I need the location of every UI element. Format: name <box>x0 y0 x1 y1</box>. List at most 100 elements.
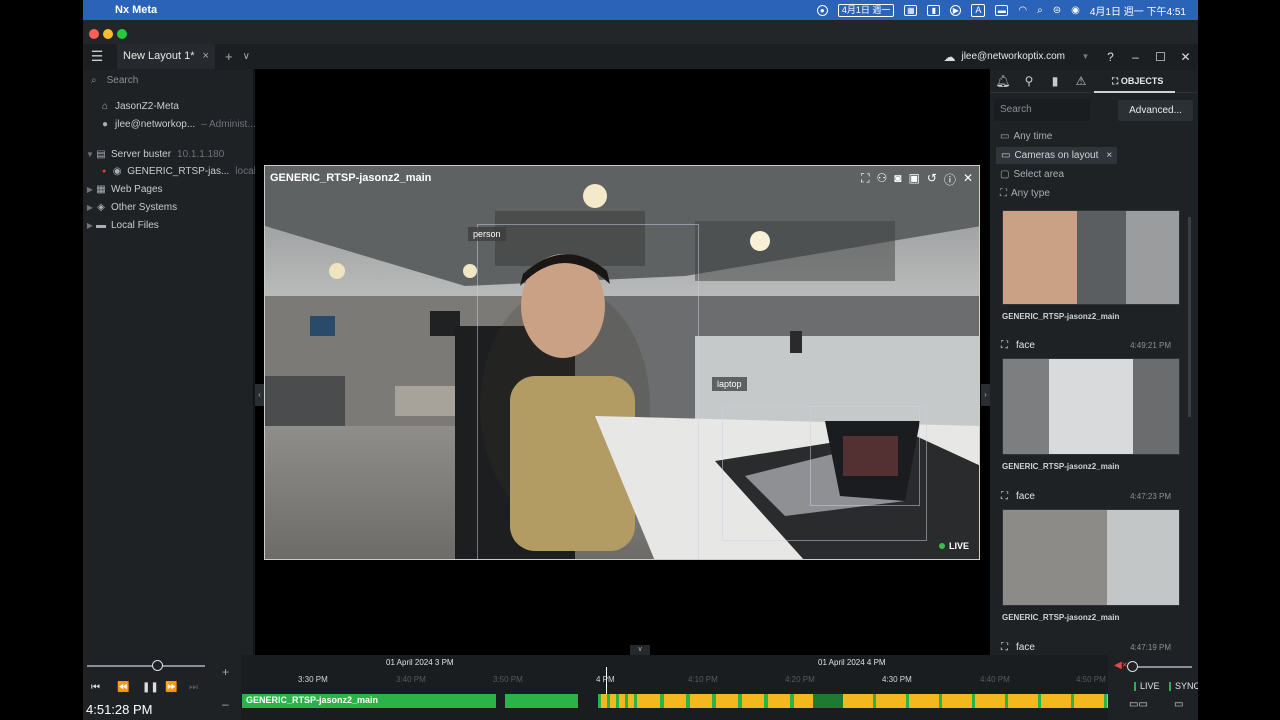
help-icon[interactable]: ? <box>1098 50 1123 64</box>
time-filter[interactable]: ▭ Any time <box>1000 128 1052 145</box>
thumbnails-icon[interactable]: ▭▭ <box>1129 699 1148 710</box>
object-type: face <box>1016 641 1035 653</box>
skip-forward-icon: ⏭ <box>189 682 198 693</box>
minimize-window-button[interactable] <box>103 29 113 39</box>
clipboard-icon[interactable]: ▮ <box>927 4 941 16</box>
expand-arrow-icon[interactable]: ▶ <box>85 203 95 212</box>
screen-bounding-box[interactable] <box>810 406 920 506</box>
cloud-icon[interactable]: ☁ <box>943 50 955 64</box>
tab-events[interactable]: ⚠ <box>1068 74 1094 88</box>
zoom-out-icon[interactable]: – <box>222 697 229 711</box>
keyboard-icon[interactable]: ▦ <box>904 4 918 16</box>
tree-item-system[interactable]: ⌂ JasonZ2-Meta <box>99 97 179 115</box>
area-filter-label: Select area <box>1013 169 1065 180</box>
app-name[interactable]: Nx Meta <box>115 4 157 16</box>
scrollbar[interactable] <box>1188 217 1191 417</box>
wifi-icon[interactable]: ◠ <box>1018 5 1027 16</box>
rotate-icon[interactable]: ↺ <box>927 171 937 188</box>
close-window-button[interactable] <box>89 29 99 39</box>
pause-icon[interactable]: ❚❚ <box>142 682 159 693</box>
mute-icon[interactable]: ◀× <box>1114 660 1128 671</box>
collapse-left-panel-icon[interactable]: ‹ <box>255 384 264 406</box>
tab-notifications[interactable]: 🔔︎ <box>990 74 1016 88</box>
user-role: – Administ... <box>201 118 256 130</box>
tab-motion[interactable]: ⚲ <box>1016 74 1042 88</box>
tree-item-camera[interactable]: ● ◉ GENERIC_RTSP-jas... local... <box>102 162 264 180</box>
account-dropdown-icon[interactable]: ▼ <box>1073 52 1098 61</box>
type-filter[interactable]: ⛶ Any type <box>1000 185 1050 202</box>
tab-new-layout[interactable]: New Layout 1* × <box>117 44 215 69</box>
account-email[interactable]: jlee@networkoptix.com <box>961 51 1065 62</box>
zoom-window-icon[interactable]: ▣ <box>909 171 920 188</box>
input-method-icon[interactable]: A <box>971 3 986 17</box>
search-icon: ⌕ <box>91 74 97 86</box>
camera-item[interactable]: GENERIC_RTSP-jasonz2_main ⛶ ⚇ ◙ ▣ ↺ ⓘ ✕ … <box>264 165 980 560</box>
volume-knob[interactable] <box>1127 661 1138 672</box>
tab-objects[interactable]: ⛶ OBJECTS <box>1094 69 1176 93</box>
recording-segment <box>813 694 843 708</box>
person-bounding-box[interactable] <box>477 224 699 559</box>
collapse-timeline-icon[interactable]: ∨ <box>630 645 650 655</box>
tabs-dropdown-icon[interactable]: ∨ <box>243 51 250 62</box>
collapse-right-panel-icon[interactable]: › <box>981 384 990 406</box>
close-item-icon[interactable]: ✕ <box>963 171 973 188</box>
info-icon[interactable]: ⓘ <box>944 171 956 188</box>
tree-item-server[interactable]: ▼ ▤ Server buster 10.1.1.180 <box>85 145 224 163</box>
camera-filter-label: Cameras on layout <box>1014 150 1099 161</box>
close-tab-icon[interactable]: × <box>203 44 209 69</box>
minimize-icon[interactable]: – <box>1123 50 1148 64</box>
zoom-window-button[interactable] <box>117 29 127 39</box>
face-icon: ⛶ <box>1001 490 1008 502</box>
add-tab-icon[interactable]: + <box>225 49 233 64</box>
calendar-icon[interactable]: ▭ <box>1174 699 1183 710</box>
object-detection-icon[interactable]: ⛶ <box>861 171 869 188</box>
timeline-ruler[interactable]: 01 April 2024 3 PM 01 April 2024 4 PM 3:… <box>242 655 1108 720</box>
battery-icon[interactable]: ▬ <box>995 4 1009 16</box>
object-tile-header: ⛶ face 4:49:21 PM <box>996 332 1176 358</box>
volume-slider[interactable] <box>1134 666 1192 668</box>
resource-search[interactable]: ⌕ Search <box>83 69 253 91</box>
object-tile[interactable]: ⛶ face 4:49:21 PM GENERIC_RTSP-jasonz2_ma… <box>996 332 1180 471</box>
record-icon[interactable]: ● <box>816 4 828 16</box>
spotlight-search-icon[interactable]: ⌕ <box>1037 5 1043 16</box>
speed-slider[interactable] <box>87 665 205 667</box>
object-thumbnail <box>1002 358 1180 455</box>
sync-button[interactable]: SYNC <box>1175 681 1198 691</box>
zoom-in-icon[interactable]: + <box>222 665 229 679</box>
control-center-icon[interactable]: ⊜ <box>1053 5 1061 16</box>
rewind-icon[interactable]: ⏪ <box>117 682 129 693</box>
expand-arrow-icon[interactable]: ▶ <box>85 185 95 194</box>
objects-search-input[interactable]: Search <box>994 99 1090 121</box>
menu-clock[interactable]: 4月1日 週一 下午4:51 <box>1090 3 1186 18</box>
play-circle-icon[interactable]: ▶ <box>950 4 962 16</box>
recording-dot-icon: ● <box>102 167 107 175</box>
expand-arrow-icon[interactable]: ▼ <box>85 150 95 159</box>
siri-icon[interactable]: ◉ <box>1071 5 1080 16</box>
expand-arrow-icon[interactable]: ▶ <box>85 221 95 230</box>
tree-item-web-pages[interactable]: ▶ ▦ Web Pages <box>85 180 163 198</box>
camera-icon: ◉ <box>112 165 122 177</box>
motion-search-icon[interactable]: ⚇ <box>877 171 888 188</box>
tree-item-local-files[interactable]: ▶ ▬ Local Files <box>85 216 159 234</box>
advanced-button[interactable]: Advanced... <box>1118 100 1193 121</box>
object-camera: GENERIC_RTSP-jasonz2_main <box>1002 462 1120 471</box>
screenshot-icon[interactable]: ◙ <box>894 171 901 188</box>
camera-filter-chip[interactable]: ▭ Cameras on layout × <box>996 147 1118 164</box>
bookmark-icon: ▮ <box>1051 73 1059 88</box>
speed-slider-knob[interactable] <box>152 660 163 671</box>
date-widget[interactable]: 4月1日 週一 <box>837 3 895 17</box>
object-type: face <box>1016 490 1035 502</box>
skip-back-icon[interactable]: ⏮ <box>91 682 100 693</box>
tab-bookmarks[interactable]: ▮ <box>1042 74 1068 88</box>
tree-item-user[interactable]: ● jlee@networkop... – Administ... <box>99 115 256 133</box>
close-icon[interactable]: ✕ <box>1173 50 1198 64</box>
object-tile[interactable]: ⛶ face 4:47:23 PM GENERIC_RTSP-jasonz2_ma… <box>996 483 1180 622</box>
live-button[interactable]: LIVE <box>1140 681 1160 691</box>
area-filter[interactable]: ▢ Select area <box>1000 166 1064 183</box>
object-tile[interactable]: GENERIC_RTSP-jasonz2_main <box>996 210 1180 321</box>
maximize-icon[interactable]: ☐ <box>1148 50 1173 64</box>
tree-item-other-systems[interactable]: ▶ ◈ Other Systems <box>85 198 177 216</box>
main-menu-icon[interactable]: ☰ <box>83 48 111 65</box>
remove-filter-icon[interactable]: × <box>1106 150 1112 161</box>
live-indicator: LIVE <box>938 541 969 551</box>
